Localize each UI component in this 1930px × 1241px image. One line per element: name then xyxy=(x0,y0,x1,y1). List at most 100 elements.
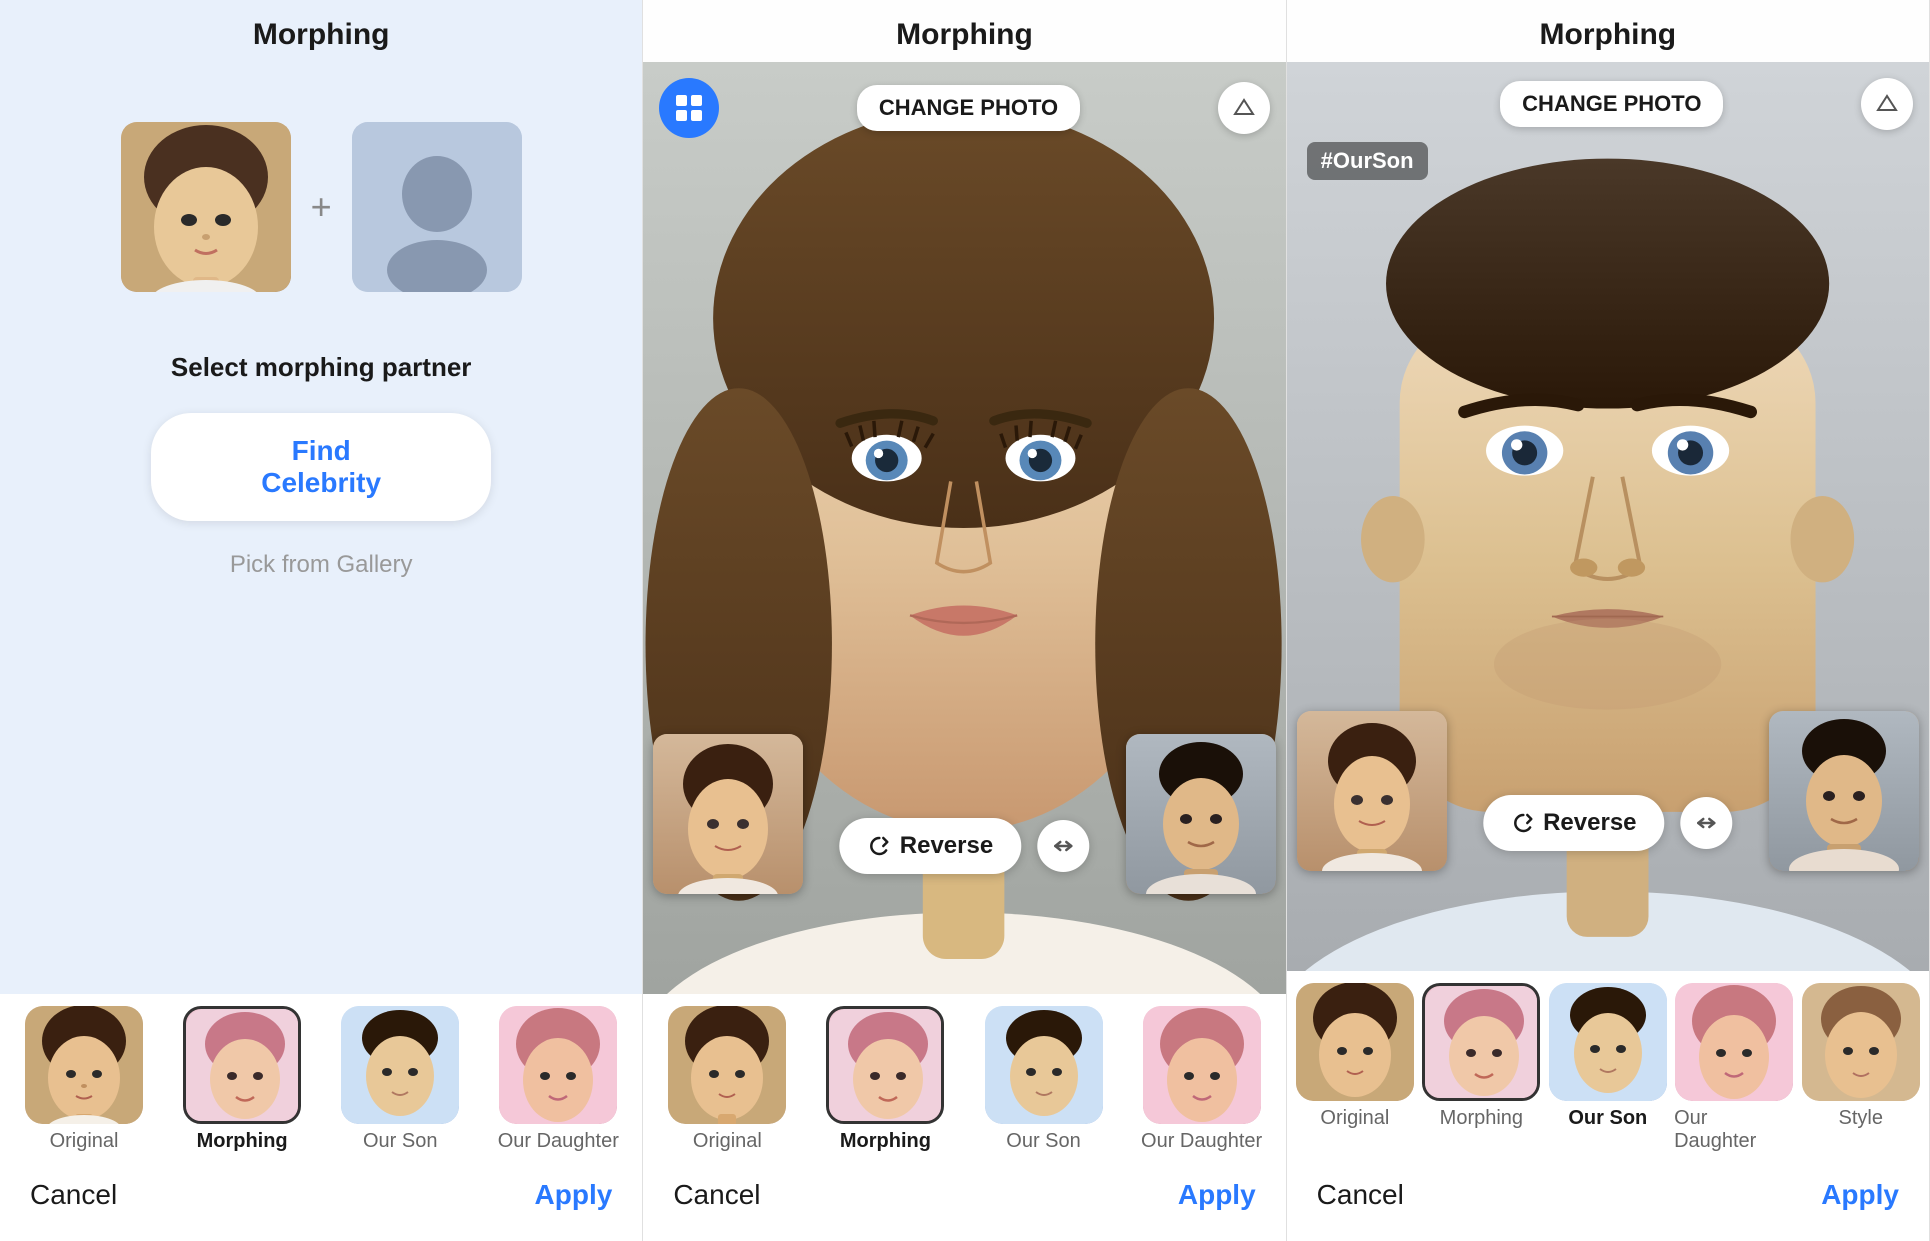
reverse-label-2: Reverse xyxy=(900,832,993,860)
tab-ourdaughter-panel1[interactable]: Our Daughter xyxy=(482,1006,634,1153)
tab-face-morphing xyxy=(186,1009,301,1124)
panel-2-title: Morphing xyxy=(643,0,1285,62)
tab-label-ourson: Our Son xyxy=(363,1130,437,1153)
panel-2: Morphing CHANGE PHOTO xyxy=(643,0,1286,1241)
reverse-button-2[interactable]: Reverse xyxy=(840,818,1021,874)
tab-face-ourson-p2 xyxy=(985,1006,1103,1124)
panel-1: Morphing xyxy=(0,0,643,1241)
panel-3: Morphing CHANGE PHOTO #OurSon xyxy=(1287,0,1930,1241)
tab-original-panel2[interactable]: Original xyxy=(651,1006,803,1153)
tab-face-morphing-p2 xyxy=(829,1009,944,1124)
hashtag-overlay-3: #OurSon xyxy=(1307,142,1428,180)
reverse-icon-2 xyxy=(868,834,892,858)
eraser-button-3[interactable] xyxy=(1861,78,1913,130)
tab-face-ourdaughter-p2 xyxy=(1143,1006,1261,1124)
tab-morphing-panel2[interactable]: Morphing xyxy=(809,1006,961,1153)
tab-thumb-original xyxy=(25,1006,143,1124)
tab-label-original-p3: Original xyxy=(1320,1107,1389,1130)
tab-thumb-ourdaughter xyxy=(499,1006,617,1124)
expand-button-2[interactable] xyxy=(1037,820,1089,872)
tab-face-morphing-p3 xyxy=(1425,986,1540,1101)
tab-thumb-morphing-p2 xyxy=(826,1006,944,1124)
thumb-face-left-3 xyxy=(1297,711,1447,871)
grid-icon-button-2[interactable] xyxy=(659,78,719,138)
tab-face-ourdaughter xyxy=(499,1006,617,1124)
tab-thumb-ourdaughter-p2 xyxy=(1143,1006,1261,1124)
tab-face-original xyxy=(25,1006,143,1124)
tab-label-ourson-p2: Our Son xyxy=(1006,1130,1080,1153)
eraser-icon-3 xyxy=(1873,90,1901,118)
tab-thumb-style-p3 xyxy=(1802,983,1920,1101)
thumb-face-left-2 xyxy=(653,734,803,894)
tab-thumb-ourdaughter-p3 xyxy=(1675,983,1793,1101)
cancel-button-panel3[interactable]: Cancel xyxy=(1317,1179,1404,1211)
tab-label-ourdaughter: Our Daughter xyxy=(498,1130,619,1153)
plus-sign: + xyxy=(311,186,332,228)
tab-style-panel3[interactable]: Style xyxy=(1801,983,1921,1153)
face-1-svg xyxy=(121,122,291,292)
apply-button-panel2[interactable]: Apply xyxy=(1178,1179,1256,1211)
bottom-tabs-panel1: Original Morphing xyxy=(0,994,642,1159)
tab-ourson-panel2[interactable]: Our Son xyxy=(967,1006,1119,1153)
reverse-icon-3 xyxy=(1511,811,1535,835)
panel-3-title: Morphing xyxy=(1287,0,1929,62)
tab-thumb-morphing xyxy=(183,1006,301,1124)
face-placeholder-svg xyxy=(352,122,522,292)
tab-thumb-ourson-p2 xyxy=(985,1006,1103,1124)
bottom-tabs-panel2: Original Morphing xyxy=(643,994,1285,1159)
change-photo-button-2[interactable]: CHANGE PHOTO xyxy=(857,85,1080,131)
photo-overlay-header-2: CHANGE PHOTO xyxy=(643,62,1285,154)
panel-3-photo-area: CHANGE PHOTO #OurSon xyxy=(1287,62,1929,971)
grid-icon xyxy=(673,92,705,124)
apply-button-panel3[interactable]: Apply xyxy=(1821,1179,1899,1211)
tab-face-ourdaughter-p3 xyxy=(1675,983,1793,1101)
tab-label-original: Original xyxy=(50,1130,119,1153)
bottom-bar-panel2: Cancel Apply xyxy=(643,1159,1285,1241)
expand-icon-3 xyxy=(1695,811,1719,835)
reverse-button-3[interactable]: Reverse xyxy=(1483,795,1664,851)
tab-label-morphing: Morphing xyxy=(197,1130,288,1153)
photo-thumb-left-3[interactable] xyxy=(1297,711,1447,871)
tab-ourdaughter-panel3[interactable]: Our Daughter xyxy=(1674,983,1794,1153)
panel-1-body: + Select morphing partner Find Celebrity… xyxy=(0,62,642,994)
photo-overlay-header-3: CHANGE PHOTO xyxy=(1287,62,1929,146)
tab-face-ourson xyxy=(341,1006,459,1124)
tab-thumb-ourson-p3 xyxy=(1549,983,1667,1101)
face-selector: + xyxy=(121,122,522,292)
pick-gallery-button[interactable]: Pick from Gallery xyxy=(220,541,423,589)
face-placeholder[interactable] xyxy=(352,122,522,292)
reverse-label-3: Reverse xyxy=(1543,809,1636,837)
tab-face-original-p3 xyxy=(1296,983,1414,1101)
photo-thumb-right-3[interactable] xyxy=(1769,711,1919,871)
bottom-bar-panel3: Cancel Apply xyxy=(1287,1159,1929,1241)
tab-ourdaughter-panel2[interactable]: Our Daughter xyxy=(1126,1006,1278,1153)
tab-label-original-p2: Original xyxy=(693,1130,762,1153)
tab-thumb-original-p2 xyxy=(668,1006,786,1124)
photo-thumb-right-2[interactable] xyxy=(1126,734,1276,894)
bottom-tabs-panel3: Original Morphing xyxy=(1287,971,1929,1159)
tab-ourson-panel1[interactable]: Our Son xyxy=(324,1006,476,1153)
tab-morphing-panel1[interactable]: Morphing xyxy=(166,1006,318,1153)
face-photo-1[interactable] xyxy=(121,122,291,292)
eraser-icon xyxy=(1230,94,1258,122)
cancel-button-panel2[interactable]: Cancel xyxy=(673,1179,760,1211)
tab-label-ourdaughter-p2: Our Daughter xyxy=(1141,1130,1262,1153)
tab-morphing-panel3[interactable]: Morphing xyxy=(1421,983,1541,1153)
thumb-face-right-2 xyxy=(1126,734,1276,894)
eraser-button-2[interactable] xyxy=(1218,82,1270,134)
expand-button-3[interactable] xyxy=(1681,797,1733,849)
photo-controls-2: Reverse xyxy=(840,818,1089,874)
tab-original-panel1[interactable]: Original xyxy=(8,1006,160,1153)
apply-button-panel1[interactable]: Apply xyxy=(535,1179,613,1211)
find-celebrity-button[interactable]: Find Celebrity xyxy=(151,413,491,521)
tab-original-panel3[interactable]: Original xyxy=(1295,983,1415,1153)
tab-label-ourson-p3: Our Son xyxy=(1568,1107,1647,1130)
change-photo-button-3[interactable]: CHANGE PHOTO xyxy=(1500,81,1723,127)
tab-thumb-morphing-p3 xyxy=(1422,983,1540,1101)
cancel-button-panel1[interactable]: Cancel xyxy=(30,1179,117,1211)
tab-ourson-panel3[interactable]: Our Son xyxy=(1548,983,1668,1153)
tab-thumb-ourson xyxy=(341,1006,459,1124)
tab-face-style-p3 xyxy=(1802,983,1920,1101)
photo-thumb-left-2[interactable] xyxy=(653,734,803,894)
select-morphing-label: Select morphing partner xyxy=(171,352,472,383)
